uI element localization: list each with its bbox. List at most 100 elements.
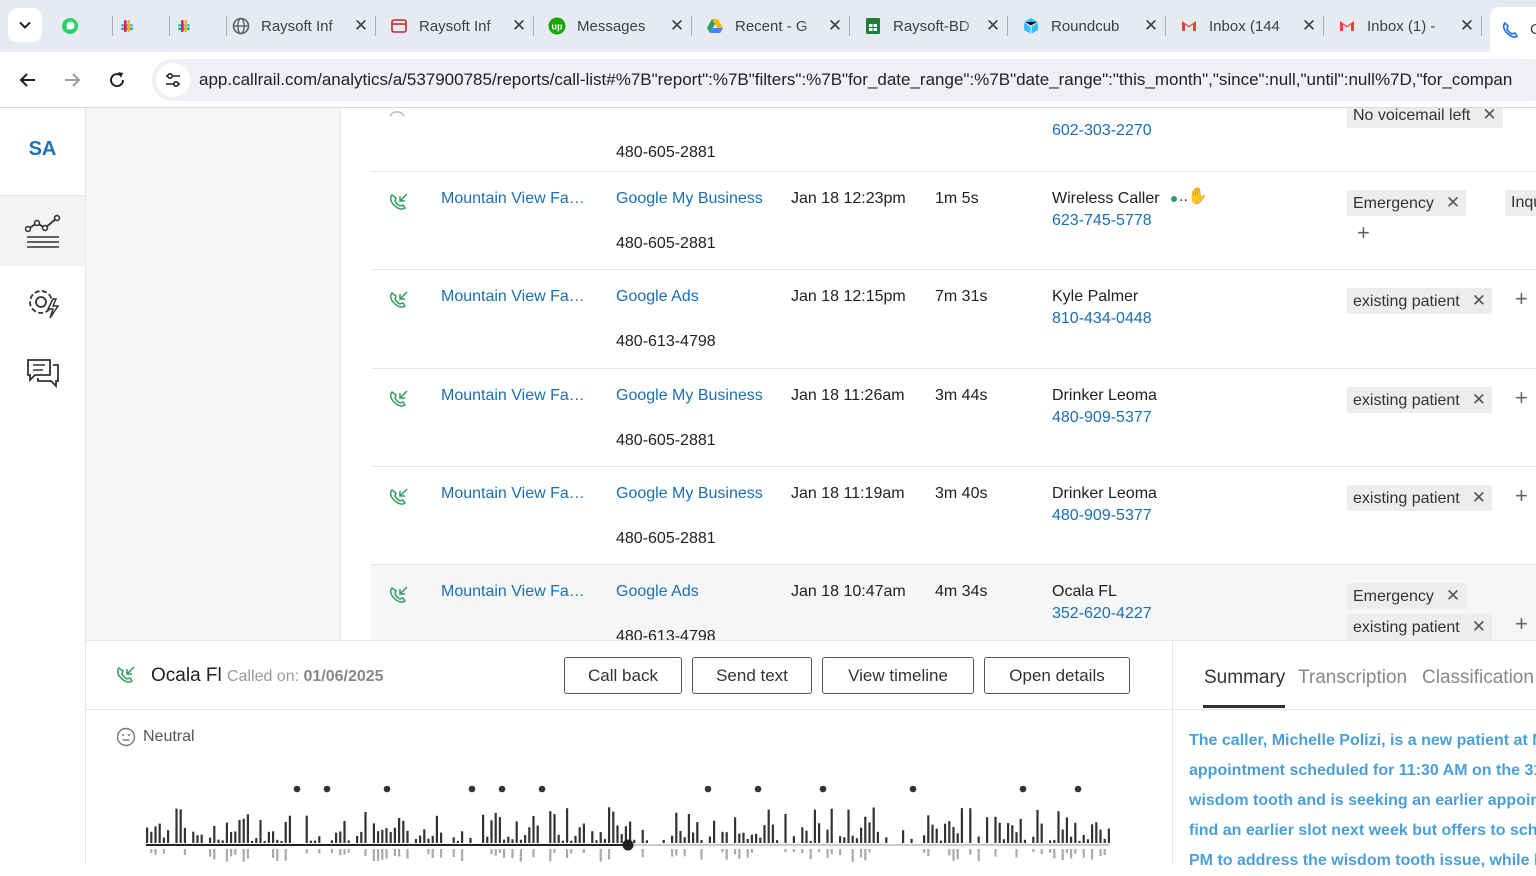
remove-tag-icon[interactable]: ✕ — [1482, 108, 1496, 124]
remove-tag-icon[interactable]: ✕ — [1472, 291, 1486, 310]
sidebar-item-conversations[interactable] — [0, 338, 85, 408]
close-tab-icon[interactable]: ✕ — [351, 16, 371, 36]
tab-classification[interactable]: Classification — [1422, 667, 1534, 689]
company-link[interactable]: Mountain View Fa… — [441, 190, 585, 208]
waveform-bar — [154, 849, 157, 855]
source-link[interactable]: Google My Business — [616, 387, 763, 405]
remove-tag-icon[interactable]: ✕ — [1446, 193, 1460, 212]
browser-tab[interactable]: Raysoft-BD ✕ — [863, 7, 1003, 45]
audio-waveform[interactable] — [86, 771, 1172, 865]
waveform-bar — [570, 849, 573, 854]
speaker-marker — [293, 785, 301, 793]
close-tab-icon[interactable]: ✕ — [825, 16, 845, 36]
caller-phone-link[interactable]: 480-909-5377 — [1052, 409, 1152, 427]
remove-tag-icon[interactable]: ✕ — [1472, 390, 1486, 409]
close-tab-icon[interactable]: ✕ — [1141, 16, 1161, 36]
browser-tab[interactable]: Inbox (1) - ✕ — [1337, 7, 1477, 45]
remove-tag-icon[interactable]: ✕ — [1472, 488, 1486, 507]
browser-tab[interactable]: Roundcub ✕ — [1021, 7, 1161, 45]
source-link[interactable]: Google My Business — [616, 190, 763, 208]
waveform-bar — [498, 817, 501, 843]
slack-icon — [174, 16, 194, 36]
source-link[interactable]: Google Ads — [616, 288, 699, 306]
hand-cursor-icon: ..✋ — [1179, 188, 1208, 205]
waveform-bar — [519, 839, 522, 843]
close-tab-icon[interactable]: ✕ — [1457, 16, 1477, 36]
waveform-bar — [183, 827, 186, 843]
waveform-bar — [440, 832, 443, 843]
tracking-number: 480-613-4798 — [616, 333, 716, 350]
table-row[interactable]: Mountain View Fa… Google My Business 480… — [371, 172, 1536, 270]
address-bar[interactable]: app.callrail.com/analytics/a/537900785/r… — [152, 59, 1536, 101]
close-tab-icon[interactable]: ✕ — [983, 16, 1003, 36]
close-tab-icon[interactable]: ✕ — [1299, 16, 1319, 36]
tab-search-button[interactable] — [8, 8, 42, 42]
waveform-bar — [398, 818, 401, 843]
waveform-bar — [217, 839, 220, 843]
remove-tag-icon[interactable]: ✕ — [1472, 617, 1486, 636]
close-tab-icon[interactable]: ✕ — [667, 16, 687, 36]
caller-phone-link[interactable]: 810-434-0448 — [1052, 310, 1152, 328]
waveform-bar — [1103, 838, 1106, 843]
reload-button[interactable] — [101, 64, 133, 96]
remove-tag-icon[interactable]: ✕ — [1446, 586, 1460, 605]
table-row[interactable]: Mountain View Fa… Google Ads 480-613-479… — [371, 565, 1536, 640]
sidebar-item-settings[interactable] — [0, 268, 85, 338]
browser-tab[interactable]: up Messages ✕ — [547, 7, 687, 45]
site-info-button[interactable] — [156, 63, 190, 97]
company-link[interactable]: Mountain View Fa… — [441, 288, 585, 306]
table-row[interactable]: Mountain View Fa… Google My Business 480… — [371, 369, 1536, 467]
table-row[interactable]: Mountain View Fa… Google Ads 480-613-479… — [371, 270, 1536, 369]
close-tab-icon[interactable]: ✕ — [509, 16, 529, 36]
browser-tab[interactable]: Inbox (144 ✕ — [1179, 7, 1319, 45]
waveform-bar — [574, 835, 577, 843]
add-tag-button[interactable]: + — [1515, 286, 1528, 312]
google-drive-icon — [705, 16, 725, 36]
waveform-bar — [381, 829, 384, 843]
browser-tab[interactable]: Raysoft Inf ✕ — [389, 7, 529, 45]
add-tag-button[interactable]: + — [1515, 483, 1528, 509]
browser-tab[interactable] — [117, 7, 165, 45]
company-link[interactable]: Mountain View Fa… — [441, 583, 585, 601]
call-back-button[interactable]: Call back — [564, 657, 682, 694]
browser-tab[interactable] — [174, 7, 222, 45]
source-link[interactable]: Google Ads — [616, 583, 699, 601]
waveform-bar — [221, 840, 224, 843]
waveform-bar — [339, 849, 342, 856]
browser-tab[interactable]: Raysoft Inf ✕ — [231, 7, 371, 45]
browser-tab[interactable]: Recent - G ✕ — [705, 7, 845, 45]
tab-transcription[interactable]: Transcription — [1298, 667, 1407, 689]
add-tag-button[interactable]: + — [1357, 220, 1370, 246]
table-row[interactable]: Mountain View Fa… Google My Business 480… — [371, 467, 1536, 565]
waveform-bar — [372, 823, 375, 843]
caller-phone-link[interactable]: 352-620-4227 — [1052, 605, 1152, 623]
company-link[interactable]: Mountain View Fa… — [441, 485, 585, 503]
browser-tab[interactable] — [60, 7, 108, 45]
sidebar-item-analytics[interactable] — [0, 196, 85, 266]
view-timeline-button[interactable]: View timeline — [822, 657, 974, 694]
caller-phone-link[interactable]: 623-745-5778 — [1052, 212, 1152, 230]
add-tag-button[interactable]: + — [1515, 611, 1528, 637]
forward-button[interactable] — [56, 64, 88, 96]
waveform-bar — [1074, 822, 1077, 843]
waveform-bar — [608, 807, 611, 843]
caller-phone-link[interactable]: 480-909-5377 — [1052, 507, 1152, 525]
open-details-button[interactable]: Open details — [984, 657, 1130, 694]
waveform-bar — [263, 841, 266, 843]
send-text-button[interactable]: Send text — [692, 657, 812, 694]
waveform-bar — [225, 849, 228, 862]
company-link[interactable]: Mountain View Fa… — [441, 387, 585, 405]
tab-title: Raysoft Inf — [261, 17, 333, 35]
waveform-bar — [238, 819, 241, 843]
source-link[interactable]: Google My Business — [616, 485, 763, 503]
tab-summary[interactable]: Summary — [1204, 667, 1285, 689]
url-text[interactable]: app.callrail.com/analytics/a/537900785/r… — [199, 70, 1512, 90]
browser-tab[interactable]: C — [1490, 7, 1536, 52]
caller-phone-link[interactable]: 602-303-2270 — [1052, 122, 1152, 140]
upwork-icon: up — [547, 16, 567, 36]
account-avatar[interactable]: SA — [0, 138, 85, 161]
back-button[interactable] — [12, 64, 44, 96]
table-row[interactable]: 480-605-2881 602-303-2270 No voicemail l… — [371, 108, 1536, 172]
waveform-bar — [826, 829, 829, 843]
add-tag-button[interactable]: + — [1515, 385, 1528, 411]
